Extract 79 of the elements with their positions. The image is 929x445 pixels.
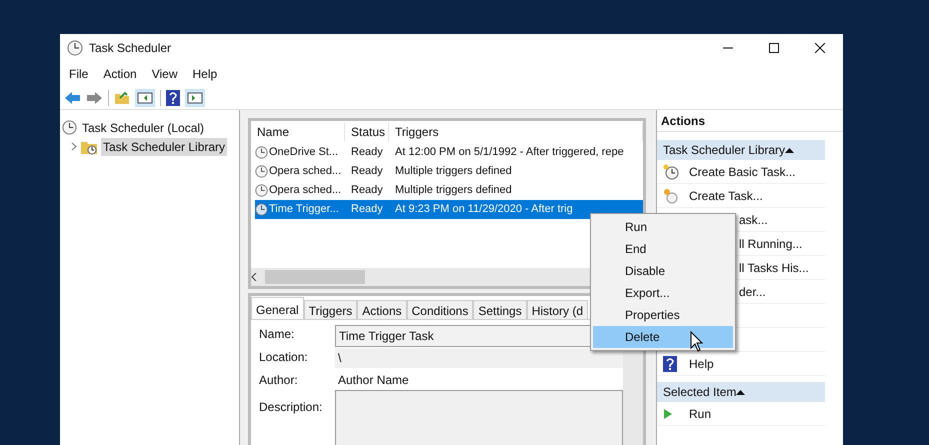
task-name: Opera sched... xyxy=(269,164,342,180)
clock-star-icon xyxy=(663,188,679,204)
menu-item[interactable]: Delete xyxy=(593,326,733,348)
tab[interactable]: Actions xyxy=(357,300,407,319)
author-value: Author Name xyxy=(337,372,410,389)
task-row[interactable]: Opera sched... Ready Multiple triggers defined xyxy=(255,181,643,200)
command-entry[interactable]: ll Running... xyxy=(739,234,825,252)
section-title: Task Scheduler Library xyxy=(663,142,786,159)
clock-icon xyxy=(67,40,83,56)
task-row[interactable]: Opera sched... Ready Multiple triggers defined xyxy=(255,162,643,181)
task-row[interactable]: Time Trigger... Ready At 9:23 PM on 11/29/2020 - After trig xyxy=(255,200,643,219)
forward-arrow-icon[interactable] xyxy=(86,90,103,104)
task-triggers: At 12:00 PM on 5/1/1992 - After triggered, repe xyxy=(394,145,624,160)
menu-item[interactable]: Action xyxy=(96,65,144,83)
command-entry[interactable]: Create Task... xyxy=(689,186,763,204)
task-status: Ready xyxy=(350,183,384,198)
clock-icon xyxy=(255,203,268,216)
tab[interactable]: Triggers xyxy=(304,300,358,319)
tree-item[interactable]: Task Scheduler (Local) xyxy=(80,118,206,136)
command-entry[interactable]: Create Basic Task... xyxy=(689,162,796,180)
help-icon xyxy=(663,356,677,372)
task-triggers: Multiple triggers defined xyxy=(394,183,512,198)
help-icon[interactable] xyxy=(166,90,180,106)
menu-item[interactable]: File xyxy=(62,65,96,83)
column-header[interactable]: Status xyxy=(345,123,389,141)
menu-item[interactable]: End xyxy=(593,238,733,260)
field-label: Description: xyxy=(259,399,324,416)
task-name: Time Trigger... xyxy=(269,202,339,218)
task-name: OneDrive St... xyxy=(269,145,338,160)
back-arrow-icon[interactable] xyxy=(64,90,81,104)
play-icon xyxy=(663,408,673,420)
column-header[interactable]: Name xyxy=(251,123,345,141)
window-title: Task Scheduler xyxy=(89,40,172,57)
menu-item[interactable]: Help xyxy=(186,65,224,83)
clock-icon xyxy=(255,184,268,197)
section-header[interactable]: Task Scheduler Library xyxy=(657,140,825,160)
task-name: Opera sched... xyxy=(269,183,342,198)
tree-item[interactable]: Task Scheduler Library xyxy=(101,138,228,156)
menu-item[interactable]: View xyxy=(144,65,184,83)
pane-title: Actions xyxy=(657,110,843,132)
panel-icon[interactable] xyxy=(135,88,155,106)
collapse-triangle-icon[interactable] xyxy=(785,148,794,152)
tab[interactable]: Conditions xyxy=(406,300,474,319)
task-status: Ready xyxy=(350,164,384,180)
panel-icon[interactable] xyxy=(185,88,205,106)
scrollbar-thumb[interactable] xyxy=(265,270,365,284)
command-entry[interactable]: ll Tasks His... xyxy=(739,258,825,276)
clock-icon xyxy=(255,146,268,159)
task-status: Ready xyxy=(350,145,384,160)
mouse-cursor-icon xyxy=(690,331,704,352)
maximize-icon xyxy=(769,43,779,53)
section-title: Selected Item xyxy=(663,384,736,401)
task-triggers: At 9:23 PM on 11/29/2020 - After trig xyxy=(394,202,573,218)
field-label: Name: xyxy=(259,326,296,343)
menu-item[interactable]: Properties xyxy=(593,304,733,326)
location-value: \ xyxy=(335,348,623,368)
command-entry[interactable]: Help xyxy=(689,354,714,372)
tab[interactable]: History (d xyxy=(526,300,588,319)
menu-item[interactable]: Export... xyxy=(593,282,733,304)
folder-icon[interactable] xyxy=(114,90,130,105)
description-field[interactable] xyxy=(335,390,623,445)
section-header[interactable]: Selected Item xyxy=(657,382,825,402)
command-entry[interactable]: der... xyxy=(739,282,825,300)
column-header[interactable]: Triggers xyxy=(389,123,643,141)
field-label: Location: xyxy=(259,349,309,366)
collapse-triangle-icon[interactable] xyxy=(736,390,746,394)
menu-item[interactable]: Run xyxy=(593,216,733,238)
command-entry[interactable]: Run xyxy=(689,404,712,422)
menu-item[interactable]: Disable xyxy=(593,260,733,282)
clock-icon xyxy=(255,165,268,178)
expand-chevron-icon[interactable] xyxy=(71,142,77,151)
command-entry[interactable]: ask... xyxy=(739,210,825,228)
tab[interactable]: Settings xyxy=(473,300,527,319)
close-icon xyxy=(815,43,825,53)
task-triggers: Multiple triggers defined xyxy=(394,164,512,180)
field-label: Author: xyxy=(259,372,299,389)
tab[interactable]: General xyxy=(251,297,304,319)
task-row[interactable]: OneDrive St... Ready At 12:00 PM on 5/1/1992 - After triggered, repe xyxy=(255,143,643,162)
task-status: Ready xyxy=(350,202,384,218)
